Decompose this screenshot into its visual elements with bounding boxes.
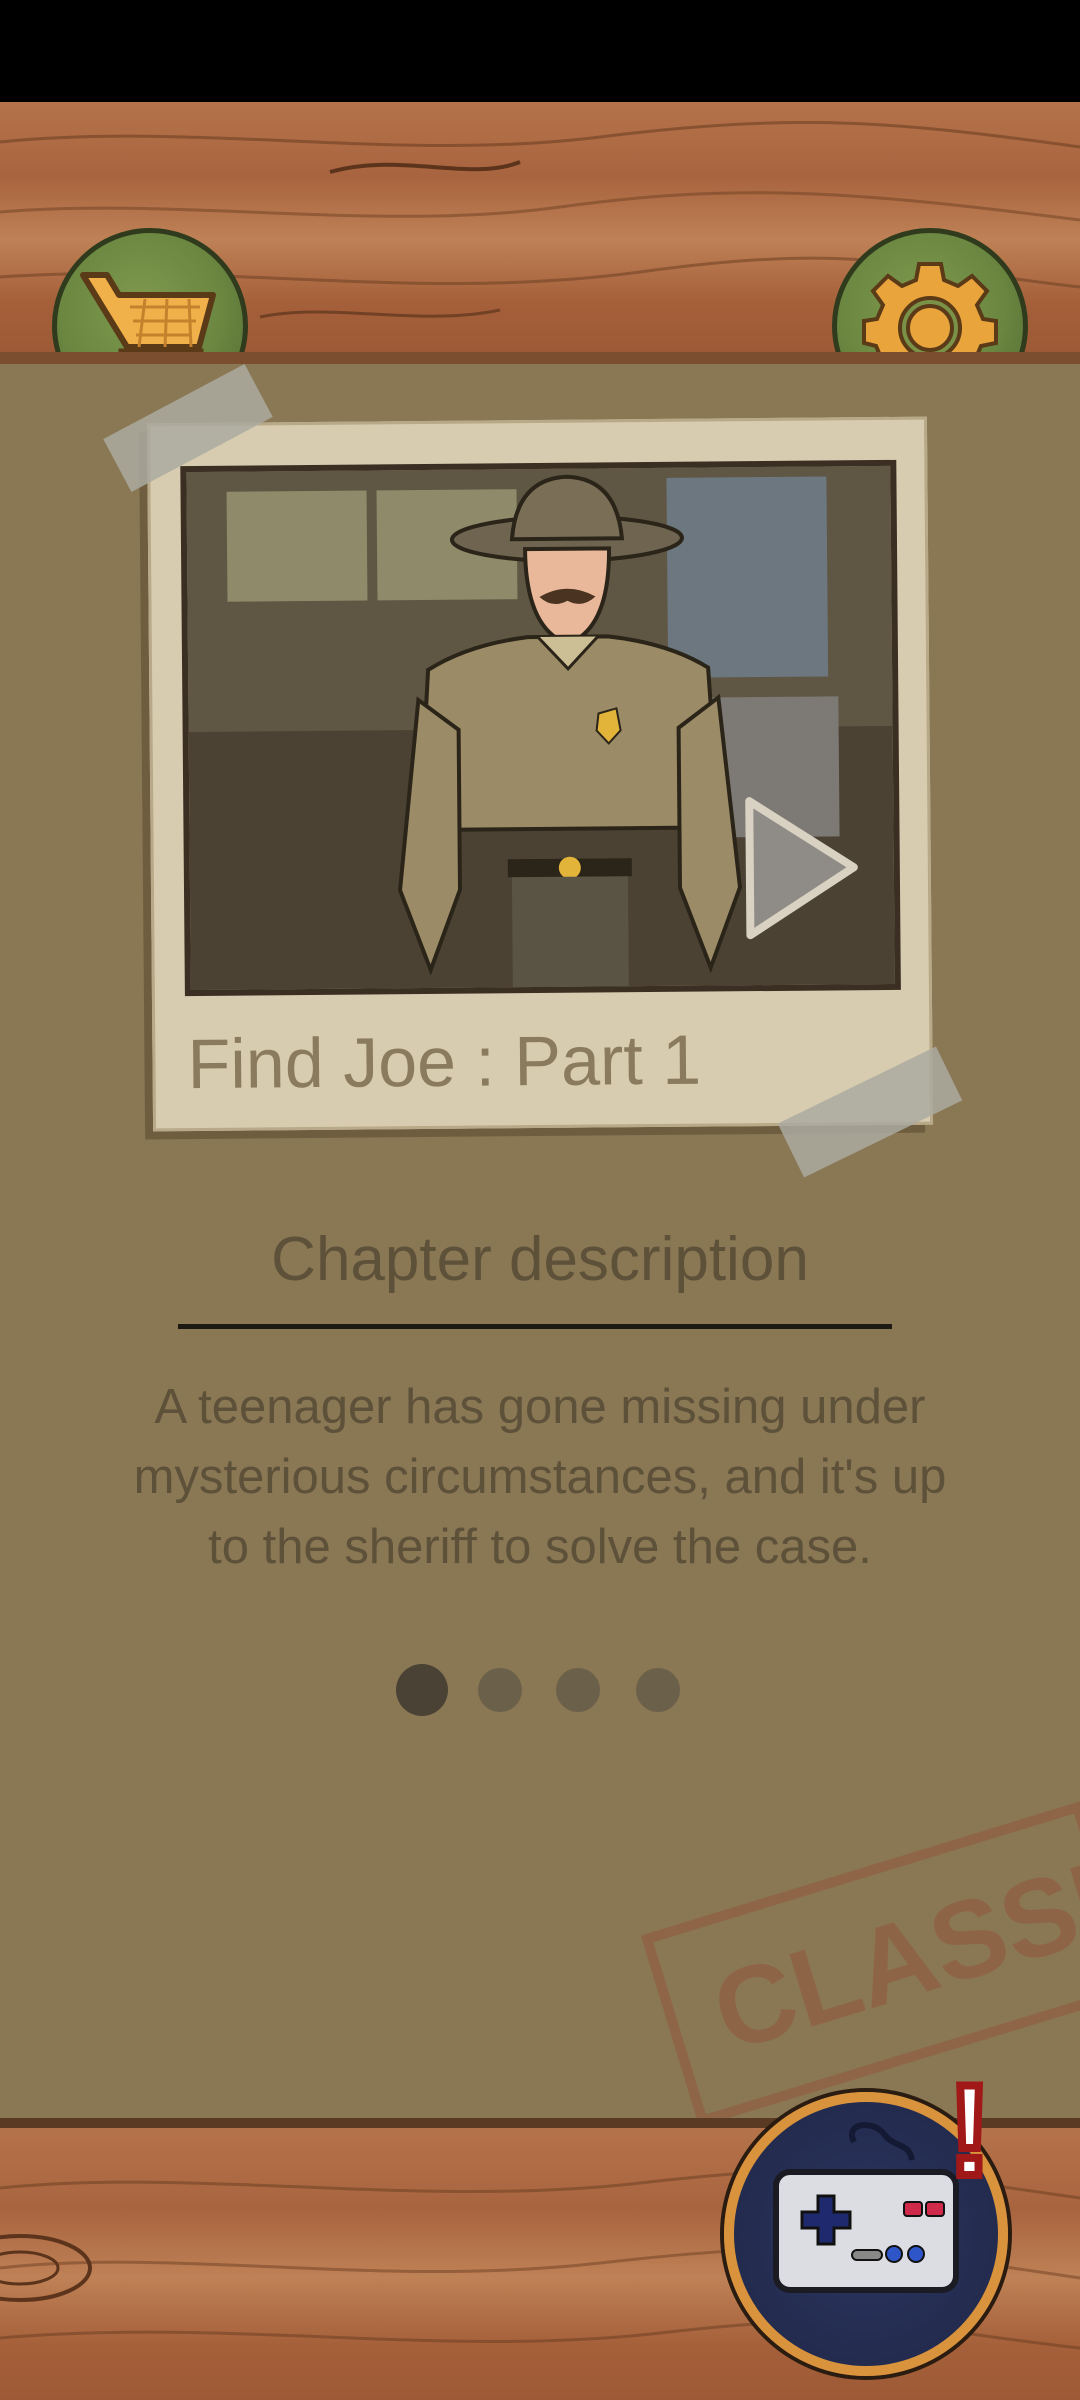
gear-icon: [862, 262, 998, 352]
play-icon[interactable]: [741, 792, 862, 943]
top-toolbar: [0, 102, 1080, 364]
pager-dot-4[interactable]: [636, 1668, 680, 1712]
shopping-cart-icon: [80, 272, 216, 352]
classified-stamp: CLASSIFIED: [640, 1766, 1080, 2127]
chapter-card[interactable]: Find Joe : Part 1: [146, 416, 934, 1132]
description-text: A teenager has gone missing under myster…: [133, 1380, 947, 1574]
notification-alert-icon: !: [944, 2056, 995, 2204]
chapter-title: Find Joe : Part 1: [187, 1020, 702, 1104]
status-bar: [0, 0, 1080, 102]
description-divider: [178, 1324, 892, 1329]
pager-dot-3[interactable]: [556, 1668, 600, 1712]
pager-dot-1[interactable]: [396, 1664, 448, 1716]
description-heading: Chapter description: [271, 1225, 809, 1294]
chapter-page: CLASSIFIED Find Joe: Part 1 Chapter des…: [0, 363, 1080, 2127]
pager-dot-2[interactable]: [478, 1668, 522, 1712]
